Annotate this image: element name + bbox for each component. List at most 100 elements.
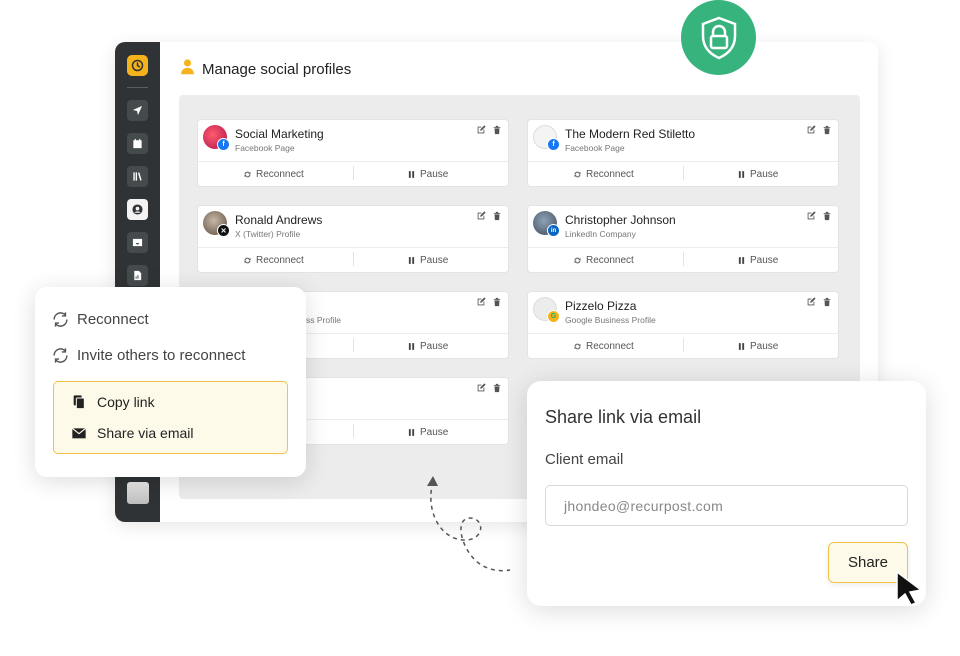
- edit-icon[interactable]: [806, 297, 816, 307]
- delete-icon[interactable]: [822, 297, 832, 307]
- copy-link-option[interactable]: Copy link: [71, 394, 155, 410]
- pause-label: Pause: [420, 168, 449, 180]
- refresh-icon: [574, 343, 581, 349]
- reconnect-popover: Reconnect Invite others to reconnect Cop…: [35, 287, 306, 477]
- reconnect-label: Reconnect: [586, 340, 634, 352]
- pause-button[interactable]: Pause: [407, 337, 448, 355]
- edit-icon[interactable]: [806, 125, 816, 135]
- card-divider: [528, 247, 838, 248]
- report-icon[interactable]: [127, 265, 148, 286]
- stage: Manage social profiles f Social Marketin…: [0, 0, 960, 656]
- account-thumbnail[interactable]: [127, 482, 149, 504]
- refresh-icon: [53, 312, 68, 327]
- email-icon: [71, 427, 87, 439]
- pause-button[interactable]: Pause: [407, 251, 448, 269]
- button-divider: [683, 166, 684, 180]
- delete-icon[interactable]: [822, 211, 832, 221]
- button-divider: [353, 252, 354, 266]
- reconnect-label: Reconnect: [586, 168, 634, 180]
- profile-card: f The Modern Red Stiletto Facebook Page …: [527, 119, 839, 187]
- refresh-icon: [244, 171, 251, 177]
- calendar-icon[interactable]: [127, 133, 148, 154]
- refresh-icon: [574, 257, 581, 263]
- profile-card: G Pizzelo Pizza Google Business Profile …: [527, 291, 839, 359]
- pause-label: Pause: [750, 168, 779, 180]
- refresh-icon: [574, 171, 581, 177]
- pause-label: Pause: [420, 340, 449, 352]
- button-divider: [353, 338, 354, 352]
- reconnect-button[interactable]: Reconnect: [243, 165, 304, 183]
- profile-name: Social Marketing: [235, 127, 324, 141]
- dialog-title: Share link via email: [545, 407, 702, 427]
- reconnect-label: Reconnect: [256, 168, 304, 180]
- edit-icon[interactable]: [476, 125, 486, 135]
- invite-submenu: Copy link Share via email: [53, 381, 288, 454]
- inbox-icon[interactable]: [127, 232, 148, 253]
- linkedin-icon: in: [547, 224, 560, 237]
- reconnect-button[interactable]: Reconnect: [573, 251, 634, 269]
- pause-label: Pause: [750, 254, 779, 266]
- pause-label: Pause: [420, 426, 449, 438]
- send-icon[interactable]: [127, 100, 148, 121]
- profile-card: ✕ Ronald Andrews X (Twitter) Profile Rec…: [197, 205, 509, 273]
- pause-button[interactable]: Pause: [737, 251, 778, 269]
- logo-clock-icon[interactable]: [127, 55, 148, 76]
- pause-label: Pause: [750, 340, 779, 352]
- pause-button[interactable]: Pause: [737, 165, 778, 183]
- pause-icon: [408, 256, 415, 264]
- edit-icon[interactable]: [476, 297, 486, 307]
- edit-icon[interactable]: [476, 211, 486, 221]
- user-circle-icon[interactable]: [127, 199, 148, 220]
- pause-button[interactable]: Pause: [407, 423, 448, 441]
- reconnect-option[interactable]: Reconnect: [52, 311, 149, 328]
- profile-type: ss Profile: [306, 315, 341, 325]
- profile-type: Google Business Profile: [565, 315, 656, 325]
- profile-name: Christopher Johnson: [565, 213, 676, 227]
- facebook-icon: f: [547, 138, 560, 151]
- edit-icon[interactable]: [476, 383, 486, 393]
- share-email-dialog: Share link via email Client email Share: [527, 381, 926, 606]
- share-via-email-label: Share via email: [97, 425, 194, 441]
- pause-icon: [408, 170, 415, 178]
- client-email-label: Client email: [545, 451, 624, 468]
- delete-icon[interactable]: [492, 125, 502, 135]
- dashed-arrow-decoration: [427, 476, 511, 572]
- refresh-icon: [244, 257, 251, 263]
- shield-lock-icon: [701, 16, 736, 59]
- edit-icon[interactable]: [806, 211, 816, 221]
- invite-reconnect-option[interactable]: Invite others to reconnect: [52, 347, 245, 364]
- facebook-icon: f: [217, 138, 230, 151]
- reconnect-button[interactable]: Reconnect: [243, 251, 304, 269]
- delete-icon[interactable]: [492, 383, 502, 393]
- profile-name: Pizzelo Pizza: [565, 299, 637, 313]
- pause-button[interactable]: Pause: [407, 165, 448, 183]
- reconnect-label: Reconnect: [586, 254, 634, 266]
- pause-icon: [738, 170, 745, 178]
- reconnect-option-label: Reconnect: [77, 311, 149, 328]
- pause-icon: [408, 342, 415, 350]
- delete-icon[interactable]: [492, 211, 502, 221]
- pause-button[interactable]: Pause: [737, 337, 778, 355]
- delete-icon[interactable]: [822, 125, 832, 135]
- library-icon[interactable]: [127, 166, 148, 187]
- card-divider: [528, 161, 838, 162]
- button-divider: [353, 166, 354, 180]
- button-divider: [683, 338, 684, 352]
- delete-icon[interactable]: [492, 297, 502, 307]
- card-divider: [198, 161, 508, 162]
- mouse-cursor-icon: [896, 570, 923, 606]
- profile-type: LinkedIn Company: [565, 229, 636, 239]
- sidebar-divider: [127, 87, 148, 88]
- copy-link-label: Copy link: [97, 394, 155, 410]
- user-icon: [179, 58, 196, 80]
- client-email-input[interactable]: [545, 485, 908, 526]
- reconnect-button[interactable]: Reconnect: [573, 337, 634, 355]
- reconnect-button[interactable]: Reconnect: [573, 165, 634, 183]
- invite-option-label: Invite others to reconnect: [77, 347, 246, 364]
- profile-card: f Social Marketing Facebook Page Reconne…: [197, 119, 509, 187]
- card-divider: [528, 333, 838, 334]
- button-divider: [353, 424, 354, 438]
- pause-icon: [738, 342, 745, 350]
- share-via-email-option[interactable]: Share via email: [71, 425, 194, 441]
- pause-icon: [408, 428, 415, 436]
